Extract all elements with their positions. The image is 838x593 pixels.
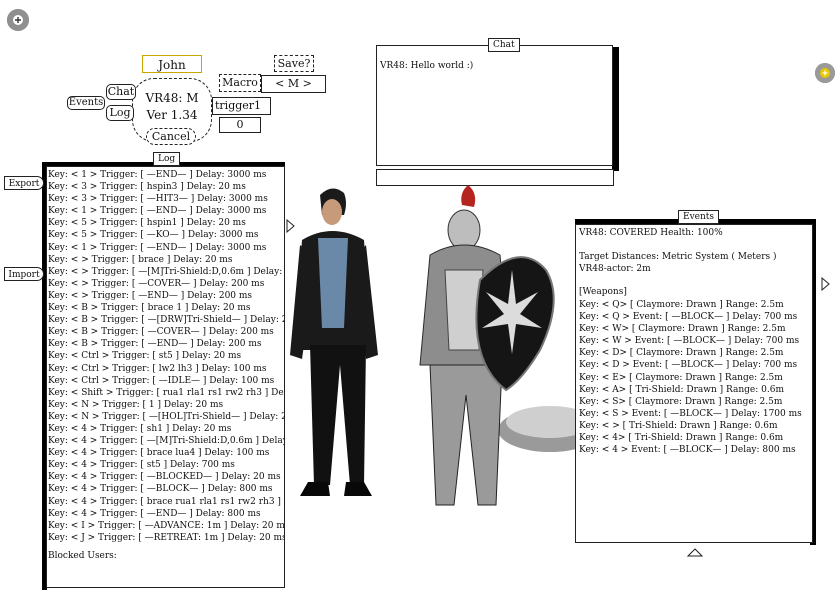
event-line: Key: < E> [ Claymore: Drawn ] Range: 2.5… — [579, 372, 783, 383]
events-status: VR48: COVERED Health: 100% — [579, 228, 723, 238]
log-line: Key: < 4 > Trigger: [ st5 ] Delay: 700 m… — [48, 460, 235, 471]
log-line: Key: < 3 > Trigger: [ hspin3 ] Delay: 20… — [48, 182, 246, 193]
export-button[interactable]: Export — [4, 176, 44, 190]
events-target-distances: Target Distances: Metric System ( Meters… — [579, 252, 777, 262]
plus-icon — [815, 63, 835, 83]
name-button[interactable]: John — [142, 55, 202, 73]
log-line: Key: < B > Trigger: [ —END— ] Delay: 200… — [48, 339, 262, 350]
event-line: Key: < W > Event: [ —BLOCK— ] Delay: 700… — [579, 336, 800, 347]
log-line: Key: < I > Trigger: [ —ADVANCE: 1m ] Del… — [48, 520, 285, 531]
log-line: Key: < B > Trigger: [ —COVER— ] Delay: 2… — [48, 327, 274, 338]
events-expand-icon[interactable] — [821, 276, 830, 294]
event-line: Key: < D > Event: [ —BLOCK— ] Delay: 700… — [579, 360, 798, 371]
chat-toggle-button[interactable]: Chat — [106, 84, 136, 100]
log-line: Key: < > Trigger: [ brace ] Delay: 20 ms — [48, 254, 233, 265]
events-title: Events — [678, 210, 720, 224]
event-line: Key: < > [ Tri-Shield: Drawn ] Range: 0.… — [579, 420, 778, 431]
add-hud-button[interactable] — [7, 9, 29, 31]
event-line: Key: < S> [ Claymore: Drawn ] Range: 2.5… — [579, 396, 783, 407]
log-line: Key: < 4 > Trigger: [ sh1 ] Delay: 20 ms — [48, 423, 232, 434]
trigger-input[interactable]: trigger1 — [212, 97, 271, 115]
log-panel: Key: < 1 > Trigger: [ —END— ] Delay: 300… — [46, 166, 285, 588]
log-line: Key: < > Trigger: [ —END— ] Delay: 200 m… — [48, 290, 253, 301]
log-line: Key: < > Trigger: [ —[M]Tri-Shield:D,0.6… — [48, 266, 284, 277]
log-line: Key: < Ctrl > Trigger: [ —IDLE— ] Delay:… — [48, 375, 275, 386]
events-toggle-button[interactable]: Events — [67, 96, 105, 110]
event-line: Key: < 4> [ Tri-Shield: Drawn ] Range: 0… — [579, 433, 784, 444]
avatar-scene — [280, 160, 602, 590]
status-version: Ver 1.34 — [146, 108, 198, 122]
log-line: Key: < B > Trigger: [ brace 1 ] Delay: 2… — [48, 303, 251, 314]
import-button[interactable]: Import — [4, 267, 44, 281]
event-line: Key: < D> [ Claymore: Drawn ] Range: 2.5… — [579, 348, 784, 359]
save-button[interactable]: Save? — [274, 55, 314, 72]
chat-panel-shadow — [612, 47, 619, 171]
log-line: Key: < > Trigger: [ —COVER— ] Delay: 200… — [48, 278, 265, 289]
log-toggle-button[interactable]: Log — [106, 105, 134, 121]
log-line: Key: < Shift > Trigger: [ rua1 rla1 rs1 … — [48, 387, 284, 398]
event-line: Key: < 4 > Event: [ —BLOCK— ] Delay: 800… — [579, 445, 796, 456]
log-line: Key: < 4 > Trigger: [ —[M]Tri-Shield:D,0… — [48, 436, 284, 447]
status-name: VR48: M — [145, 91, 199, 105]
events-weapons-header: [Weapons] — [579, 287, 627, 297]
log-line: Key: < 5 > Trigger: [ hspin1 ] Delay: 20… — [48, 218, 246, 229]
log-line: Key: < 4 > Trigger: [ brace lua4 ] Delay… — [48, 448, 270, 459]
log-line: Key: < 4 > Trigger: [ —BLOCK— ] Delay: 8… — [48, 484, 273, 495]
blocked-users-label: Blocked Users: — [48, 551, 117, 561]
chat-panel: VR48: Hello world :) — [376, 45, 613, 166]
add-panel-button[interactable] — [815, 63, 835, 83]
avatar-knight — [419, 185, 555, 506]
log-line: Key: < N > Trigger: [ —[HOL]Tri-Shield— … — [48, 411, 285, 422]
log-line: Key: < J > Trigger: [ —RETREAT: 1m ] Del… — [48, 532, 284, 543]
log-line: Key: < 5 > Trigger: [ —KO— ] Delay: 3000… — [48, 230, 259, 241]
avatar-man — [290, 188, 378, 496]
plus-icon — [7, 9, 29, 31]
log-line: Key: < 1 > Trigger: [ —END— ] Delay: 300… — [48, 206, 267, 217]
log-line: Key: < 4 > Trigger: [ —BLOCKED— ] Delay:… — [48, 472, 281, 483]
event-line: Key: < A> [ Tri-Shield: Drawn ] Range: 0… — [579, 384, 784, 395]
chat-title: Chat — [488, 38, 520, 52]
event-line: Key: < Q > Event: [ —BLOCK— ] Delay: 700… — [579, 312, 798, 323]
log-title: Log — [153, 152, 181, 166]
log-line: Key: < Ctrl > Trigger: [ st5 ] Delay: 20… — [48, 351, 242, 362]
log-line: Key: < 1 > Trigger: [ —END— ] Delay: 300… — [48, 170, 267, 180]
cancel-button[interactable]: Cancel — [146, 128, 196, 145]
events-collapse-icon[interactable] — [686, 548, 704, 560]
log-line: Key: < 4 > Trigger: [ —END— ] Delay: 800… — [48, 508, 261, 519]
events-panel: VR48: COVERED Health: 100% Target Distan… — [575, 224, 813, 543]
chat-message: VR48: Hello world :) — [380, 61, 474, 71]
event-line: Key: < W> [ Claymore: Drawn ] Range: 2.5… — [579, 324, 786, 335]
log-line: Key: < B > Trigger: [ —[DRW]Tri-Shield— … — [48, 315, 285, 326]
log-line: Key: < 1 > Trigger: [ —END— ] Delay: 300… — [48, 242, 267, 253]
log-line: Key: < N > Trigger: [ 1 ] Delay: 20 ms — [48, 399, 224, 410]
events-actor-distance: VR48-actor: 2m — [579, 264, 651, 274]
log-lines: Key: < 1 > Trigger: [ —END— ] Delay: 300… — [48, 169, 285, 544]
events-lines: Key: < Q> [ Claymore: Drawn ] Range: 2.5… — [579, 299, 802, 456]
event-line: Key: < S > Event: [ —BLOCK— ] Delay: 170… — [579, 408, 802, 419]
macro-button[interactable]: Macro — [219, 74, 261, 92]
event-line: Key: < Q> [ Claymore: Drawn ] Range: 2.5… — [579, 300, 784, 310]
number-input[interactable]: 0 — [219, 117, 261, 133]
log-line: Key: < 3 > Trigger: [ —HIT3— ] Delay: 30… — [48, 194, 268, 205]
log-line: Key: < 4 > Trigger: [ brace rua1 rla1 rs… — [48, 496, 284, 507]
log-line: Key: < Ctrl > Trigger: [ lw2 lh3 ] Delay… — [48, 363, 267, 374]
macro-select[interactable]: < M > — [261, 75, 326, 93]
